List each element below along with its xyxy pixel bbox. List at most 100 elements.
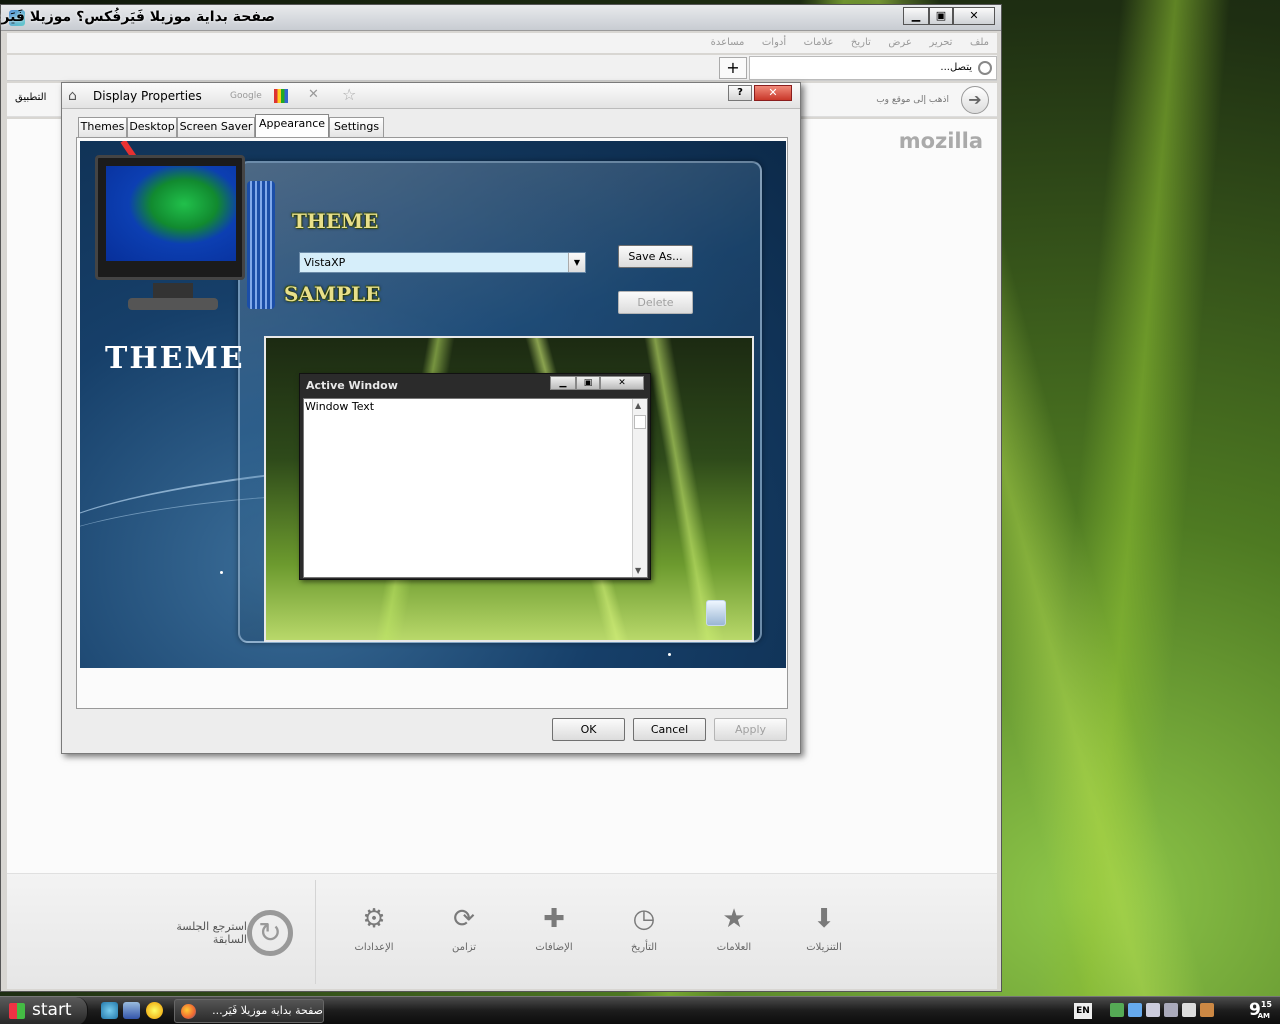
cancel-button[interactable]: Cancel [633,718,706,741]
preview-maximize-icon: ▣ [576,376,600,390]
sample-heading: SAMPLE [284,282,381,306]
display-properties-dialog: ⌂ Display Properties Google ✕ ☆ ? ✕ Them… [61,82,801,754]
theme-heading: THEME [292,209,379,233]
delete-button[interactable]: Delete [618,291,693,314]
tab-themes[interactable]: Themes [78,117,127,137]
launcher-settings-label: الإعدادات [354,942,394,953]
download-icon: ⬇ [813,904,835,934]
menu-view[interactable]: عرض [888,33,912,53]
url-placeholder: اذهب إلى موقع وب [876,95,949,105]
tab-current[interactable]: يتصل... [749,56,997,80]
apply-button[interactable]: Apply [714,718,787,741]
help-button[interactable]: ? [728,85,752,101]
ok-button[interactable]: OK [552,718,625,741]
puzzle-icon: ✚ [543,904,565,934]
minimize-button[interactable]: ▁ [903,7,929,25]
dialog-close-button[interactable]: ✕ [754,85,792,101]
menu-edit[interactable]: تحرير [929,33,952,53]
clock-minute: 15 [1260,1000,1272,1009]
new-tab-button[interactable]: + [719,57,747,79]
tray-tool-icon[interactable] [1200,1003,1214,1017]
preview-scrollbar: ▲ ▼ [632,399,647,577]
clock-ampm: AM [1257,1012,1270,1020]
firefox-title-bar[interactable]: صفحة بداية موزيلا فَيَرفُكس؟ موزيلا فَيَ… [0,5,1001,31]
clock-icon: ◷ [632,904,656,934]
tab-appearance[interactable]: Appearance [255,114,329,138]
theme-select-value: VistaXP [304,256,346,269]
launcher-downloads[interactable]: ⬇ التنزيلات [789,904,859,953]
nav-apply-label[interactable]: التطبيق [15,92,46,103]
tray-network-icon[interactable] [1110,1003,1124,1017]
active-window-client: Window Text ▲ ▼ [303,398,648,578]
tray-app-icon[interactable] [1128,1003,1142,1017]
decor-star [668,653,671,656]
preview-close-icon: ✕ [600,376,644,390]
back-arrow-icon[interactable]: ➔ [961,86,989,114]
launcher-settings[interactable]: ⚙ الإعدادات [339,904,409,953]
taskbar-firefox-label: صفحة بداية موزيلا فَيَر... [212,1004,323,1017]
launcher-addons-label: الإضافات [535,942,573,953]
windows-logo-icon [9,1003,25,1019]
restore-session-button[interactable]: استرجع الجلسة السابقة ↻ [147,910,297,960]
start-button[interactable]: start [0,997,88,1024]
maximize-button[interactable]: ▣ [929,7,953,25]
dialog-title-bar[interactable]: ⌂ Display Properties Google ✕ ☆ ? ✕ [62,83,800,109]
appearance-panel: THEME THEME SAMPLE VistaXP ▼ Save As... … [76,137,788,709]
launcher-sync-label: تزامن [451,942,477,953]
taskbar: start صفحة بداية موزيلا فَيَر... EN 915 … [0,996,1280,1024]
monitor-icon [95,155,245,310]
menu-bookmarks[interactable]: علامات [804,33,834,53]
save-as-button[interactable]: Save As... [618,245,693,268]
side-theme-heading: THEME [105,341,245,376]
clock[interactable]: 915 AM [1249,1000,1272,1020]
dialog-title: Display Properties [93,89,202,103]
launcher-downloads-label: التنزيلات [806,942,842,953]
tab-screen-saver[interactable]: Screen Saver [177,117,255,137]
mozilla-logo: mozilla [898,129,983,153]
tab-desktop[interactable]: Desktop [127,117,177,137]
menu-tools[interactable]: أدوات [762,33,786,53]
theme-select[interactable]: VistaXP ▼ [299,252,586,273]
search-engine-label[interactable]: Google [230,91,262,101]
url-bar[interactable]: اذهب إلى موقع وب ➔ [859,86,989,114]
monitor-base [128,298,218,310]
browser-quicklaunch-icon[interactable] [101,1002,118,1019]
show-desktop-icon[interactable] [123,1002,140,1019]
start-label: start [32,1000,72,1020]
theme-artwork: THEME THEME SAMPLE VistaXP ▼ Save As... … [80,141,786,668]
messenger-icon[interactable] [146,1002,163,1019]
tab-current-label: يتصل... [940,62,972,73]
tab-settings[interactable]: Settings [329,117,384,137]
scroll-down-icon: ▼ [635,566,642,575]
restore-session-label: استرجع الجلسة السابقة [176,920,247,946]
google-icon[interactable] [274,89,288,103]
launcher-divider [315,880,316,984]
launcher-bookmarks[interactable]: ★ العلامات [699,904,769,953]
close-button[interactable]: ✕ [953,7,995,25]
system-tray: EN 915 AM [1070,997,1280,1024]
restore-icon: ↻ [247,910,293,956]
firefox-icon [181,1004,196,1019]
menu-file[interactable]: ملف [970,33,989,53]
taskbar-firefox-item[interactable]: صفحة بداية موزيلا فَيَر... [174,999,324,1023]
language-indicator[interactable]: EN [1074,1003,1092,1019]
firefox-tab-bar: + يتصل... [7,55,997,81]
launcher-bar: استرجع الجلسة السابقة ↻ ⚙ الإعدادات ⟳ تز… [7,873,997,989]
scroll-up-icon: ▲ [635,401,642,410]
active-window-preview: Active Window ▁ ▣ ✕ Window Text ▲ ▼ [299,373,651,580]
menu-history[interactable]: تاريخ [851,33,871,53]
bookmark-star-icon[interactable]: ☆ [342,85,356,104]
launcher-history[interactable]: ◷ التأريخ [609,904,679,953]
menu-help[interactable]: مساعدة [711,33,745,53]
tray-app-icon[interactable] [1164,1003,1178,1017]
active-window-title: Active Window [306,379,398,392]
launcher-addons[interactable]: ✚ الإضافات [519,904,589,953]
launcher-sync[interactable]: ⟳ تزامن [429,904,499,953]
tray-app-icon[interactable] [1182,1003,1196,1017]
stop-icon[interactable]: ✕ [308,87,319,102]
firefox-window-title: صفحة بداية موزيلا فَيَرفُكس؟ موزيلا فَيَ… [0,9,275,25]
tray-monitor-icon[interactable] [1146,1003,1160,1017]
scroll-thumb [634,415,646,429]
chevron-down-icon[interactable]: ▼ [568,253,585,272]
launcher-history-label: التأريخ [631,942,657,953]
